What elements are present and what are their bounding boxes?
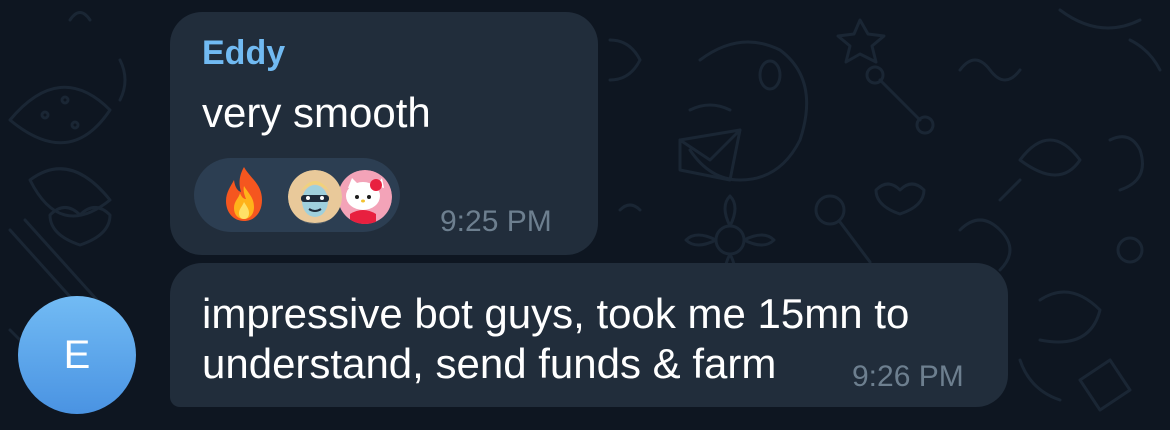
message-bubble[interactable]: impressive bot guys, took me 15mn to und… (170, 263, 1008, 407)
message-bubble[interactable]: Eddy very smooth 9:25 PM (170, 12, 598, 255)
message-text: impressive bot guys, took me 15mn to und… (202, 289, 909, 389)
message-line: understand, send funds & farm (202, 340, 777, 387)
hero-avatar-icon (288, 170, 342, 224)
reactor-avatar[interactable] (338, 170, 392, 224)
kitty-avatar-icon (338, 170, 392, 224)
sender-name[interactable]: Eddy (202, 34, 285, 73)
avatar-initial: E (63, 332, 91, 377)
message-timestamp: 9:26 PM (852, 360, 964, 393)
message-line: impressive bot guys, took me 15mn to (202, 290, 910, 337)
fire-emoji-icon (226, 167, 262, 221)
message-text: very smooth (202, 89, 431, 136)
avatar[interactable]: E (18, 296, 136, 414)
message-timestamp: 9:25 PM (440, 205, 552, 238)
reaction-pill[interactable] (194, 158, 400, 232)
reactor-avatar[interactable] (288, 170, 342, 224)
